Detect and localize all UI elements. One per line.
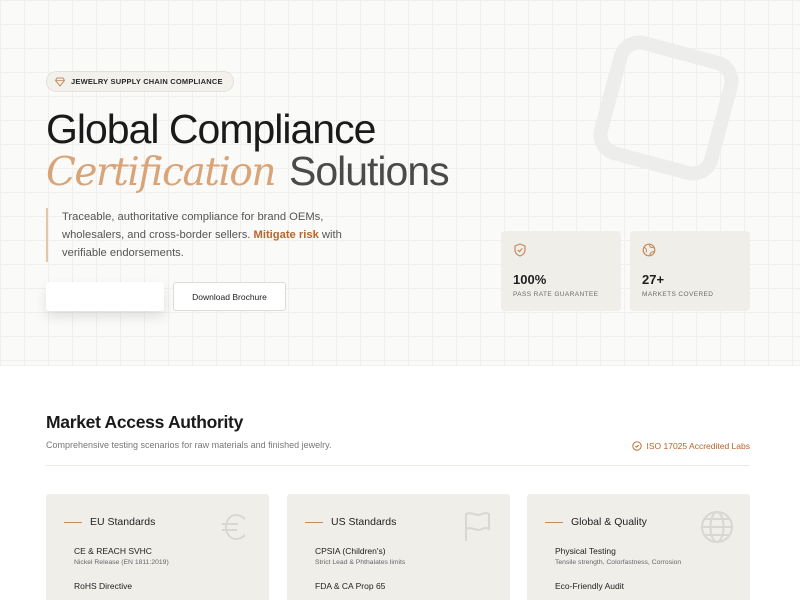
- item-title: FDA & CA Prop 65: [315, 581, 386, 591]
- card-item: CE & REACH SVHC Nickel Release (EN 1811:…: [74, 546, 251, 566]
- card-title: Global & Quality: [571, 516, 647, 528]
- desc-highlight: Mitigate risk: [253, 229, 319, 241]
- download-brochure-button[interactable]: Download Brochure: [173, 282, 286, 311]
- stat-value: 100%: [513, 272, 547, 287]
- accent-dash: [305, 521, 323, 523]
- globe-icon: [642, 243, 656, 257]
- card-item: RoHS Directive: [74, 581, 251, 591]
- iso-accreditation-link[interactable]: ISO 17025 Accredited Labs: [631, 441, 751, 451]
- standards-card-global[interactable]: Global & Quality Physical Testing Tensil…: [527, 494, 750, 600]
- clock-check-icon: [631, 441, 642, 451]
- item-subtitle: Tensile strength, Colorfastness, Corrosi…: [555, 559, 682, 566]
- iso-label: ISO 17025 Accredited Labs: [646, 441, 751, 451]
- card-item: Eco-Friendly Audit: [555, 581, 732, 591]
- stat-value: 27+: [642, 272, 665, 287]
- item-title: Physical Testing: [555, 546, 616, 556]
- hero-section: JEWELRY SUPPLY CHAIN COMPLIANCE Global C…: [0, 0, 800, 366]
- standards-card-eu[interactable]: EU Standards CE & REACH SVHC Nickel Rele…: [46, 494, 269, 600]
- stat-label: PASS RATE GUARANTEE: [513, 291, 599, 298]
- section-subtitle: Comprehensive testing scenarios for raw …: [46, 440, 332, 450]
- card-item: FDA & CA Prop 65: [315, 581, 492, 591]
- item-title: CPSIA (Children's): [315, 546, 386, 556]
- stat-label: MARKETS COVERED: [642, 291, 714, 298]
- hero-title-line1: Global Compliance: [46, 106, 376, 152]
- item-title: CE & REACH SVHC: [74, 546, 152, 556]
- hero-title-italic: Certification: [46, 150, 276, 195]
- item-subtitle: Strict Lead & Phthalates limits: [315, 559, 406, 566]
- card-item: Physical Testing Tensile strength, Color…: [555, 546, 732, 566]
- hero-description: Traceable, authoritative compliance for …: [46, 208, 386, 262]
- card-title: EU Standards: [90, 516, 156, 528]
- decorative-rounded-square: [587, 29, 745, 187]
- section-title: Market Access Authority: [46, 412, 244, 432]
- accent-dash: [545, 521, 563, 523]
- flag-icon: [465, 511, 490, 541]
- hero-title-line2: Certification Solutions: [46, 148, 450, 195]
- item-title: Eco-Friendly Audit: [555, 581, 624, 591]
- standards-card-us[interactable]: US Standards CPSIA (Children's) Strict L…: [287, 494, 510, 600]
- euro-icon: [222, 513, 246, 541]
- category-badge: JEWELRY SUPPLY CHAIN COMPLIANCE: [46, 71, 234, 92]
- globe-icon: [701, 511, 733, 543]
- item-title: RoHS Directive: [74, 581, 133, 591]
- stat-card-markets: 27+ MARKETS COVERED: [630, 231, 750, 311]
- card-title: US Standards: [331, 516, 397, 528]
- item-subtitle: Nickel Release (EN 1811:2019): [74, 559, 169, 566]
- hero-title-solutions: Solutions: [288, 148, 450, 194]
- card-item: CPSIA (Children's) Strict Lead & Phthala…: [315, 546, 492, 566]
- section-divider: [46, 465, 750, 466]
- primary-cta-button[interactable]: [46, 282, 164, 311]
- accent-dash: [64, 521, 82, 523]
- shield-check-icon: [514, 243, 526, 257]
- diamond-icon: [55, 77, 65, 87]
- badge-label: JEWELRY SUPPLY CHAIN COMPLIANCE: [71, 77, 223, 86]
- stat-card-pass-rate: 100% PASS RATE GUARANTEE: [501, 231, 621, 311]
